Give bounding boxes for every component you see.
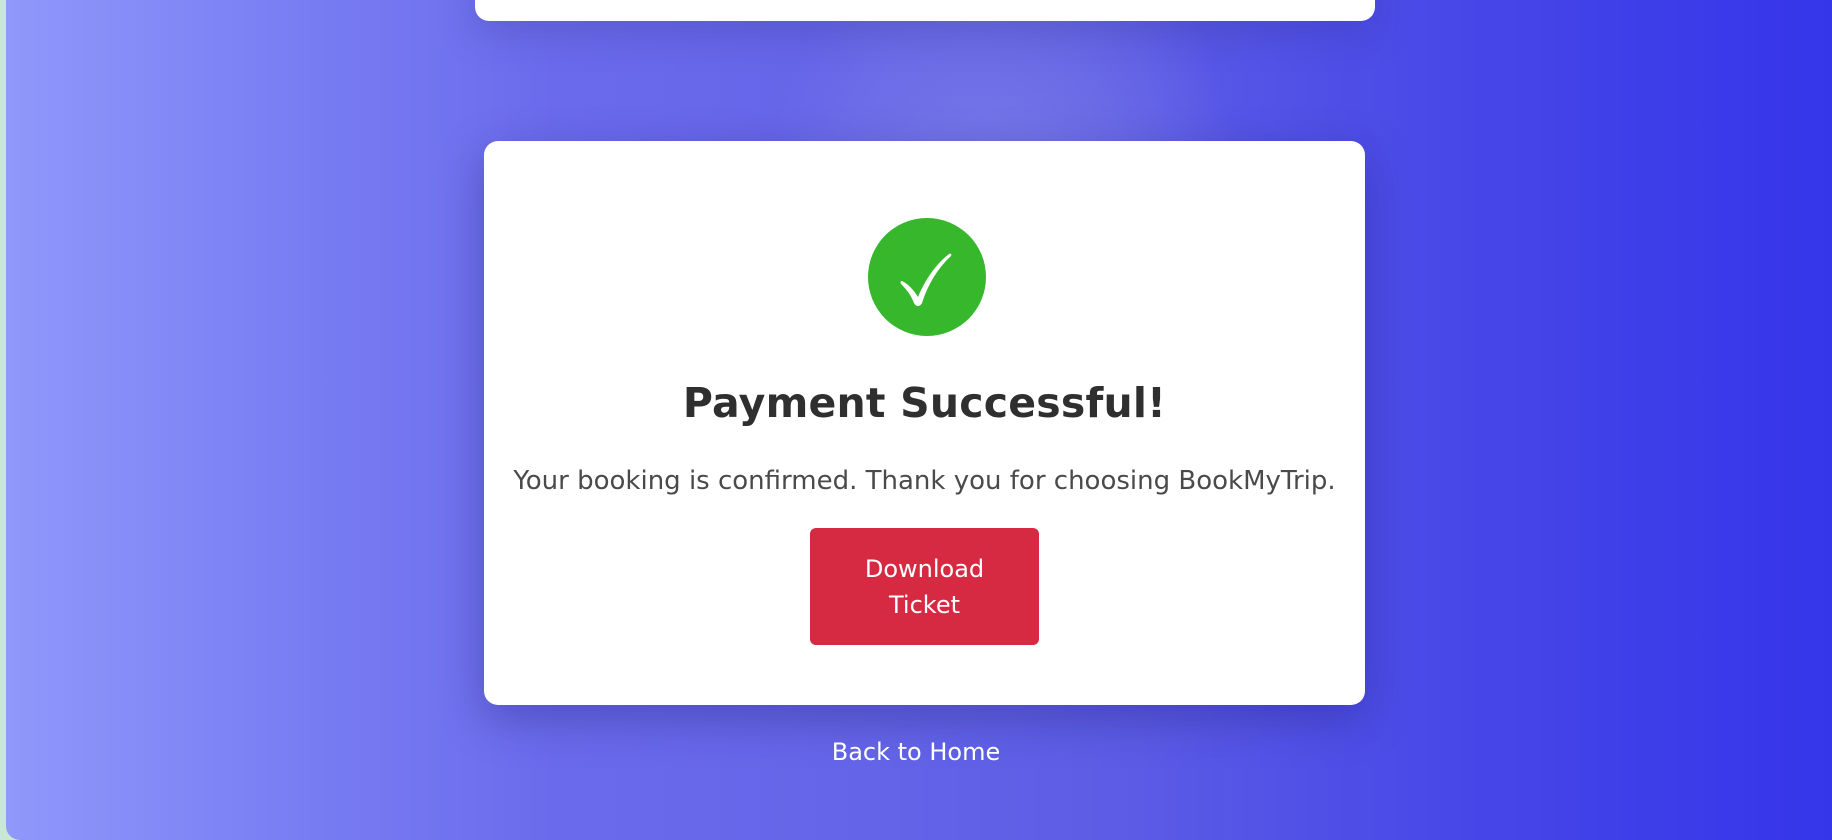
page-title: Payment Successful! <box>682 379 1167 427</box>
page-background: Payment Successful! Your booking is conf… <box>6 0 1832 840</box>
download-ticket-button[interactable]: Download Ticket <box>810 528 1039 645</box>
back-to-home-link[interactable]: Back to Home <box>832 738 1001 766</box>
confirmation-message: Your booking is confirmed. Thank you for… <box>513 466 1336 496</box>
payment-confirmation-card: Payment Successful! Your booking is conf… <box>484 141 1365 705</box>
checkmark-icon <box>900 253 952 306</box>
previous-card <box>475 0 1375 21</box>
success-badge <box>868 218 986 336</box>
